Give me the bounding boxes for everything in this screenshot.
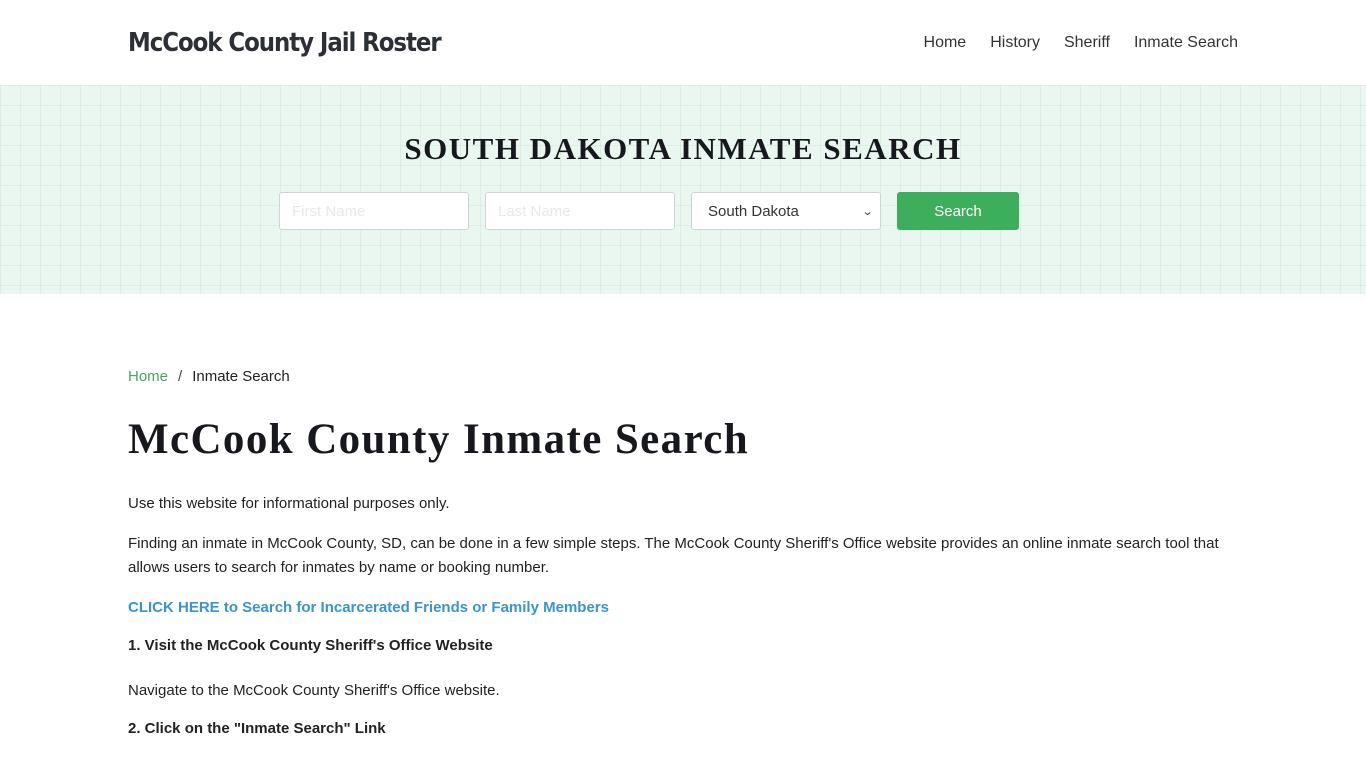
description-paragraph: Finding an inmate in McCook County, SD, … bbox=[128, 535, 1219, 576]
search-cta-link[interactable]: CLICK HERE to Search for Incarcerated Fr… bbox=[128, 596, 1238, 620]
chevron-down-icon: ⌄ bbox=[861, 205, 874, 218]
inmate-search-form: South Dakota ⌄ Search bbox=[279, 192, 1019, 230]
main-nav: Home History Sheriff Inmate Search bbox=[900, 34, 1238, 52]
breadcrumb-separator: / bbox=[178, 368, 183, 385]
breadcrumb-current: Inmate Search bbox=[192, 368, 290, 385]
first-name-input[interactable] bbox=[279, 192, 469, 230]
search-button[interactable]: Search bbox=[897, 192, 1019, 230]
nav-sheriff[interactable]: Sheriff bbox=[1064, 34, 1110, 52]
state-select[interactable]: South Dakota ⌄ bbox=[691, 192, 881, 230]
nav-home[interactable]: Home bbox=[924, 34, 967, 52]
site-header: McCook County Jail Roster Home History S… bbox=[0, 0, 1366, 85]
page-title: McCook County Inmate Search bbox=[128, 416, 750, 463]
nav-inmate-search[interactable]: Inmate Search bbox=[1134, 34, 1238, 52]
state-select-value: South Dakota bbox=[708, 202, 799, 220]
breadcrumb-home[interactable]: Home bbox=[128, 368, 168, 385]
step-2-heading: 2. Click on the "Inmate Search" Link bbox=[128, 720, 386, 737]
intro-text: Use this website for informational purpo… bbox=[128, 495, 450, 512]
nav-history[interactable]: History bbox=[990, 34, 1040, 52]
site-logo[interactable]: McCook County Jail Roster bbox=[128, 28, 442, 58]
banner-title: SOUTH DAKOTA INMATE SEARCH bbox=[404, 131, 962, 166]
main-content: Home / Inmate Search McCook County Inmat… bbox=[0, 294, 1366, 741]
article-body: Use this website for informational purpo… bbox=[128, 492, 1238, 741]
step-1-text: Navigate to the McCook County Sheriff's … bbox=[128, 682, 500, 699]
last-name-input[interactable] bbox=[485, 192, 675, 230]
breadcrumb: Home / Inmate Search bbox=[128, 368, 1238, 385]
step-1-heading: 1. Visit the McCook County Sheriff's Off… bbox=[128, 637, 493, 654]
search-banner: SOUTH DAKOTA INMATE SEARCH South Dakota … bbox=[0, 85, 1366, 294]
